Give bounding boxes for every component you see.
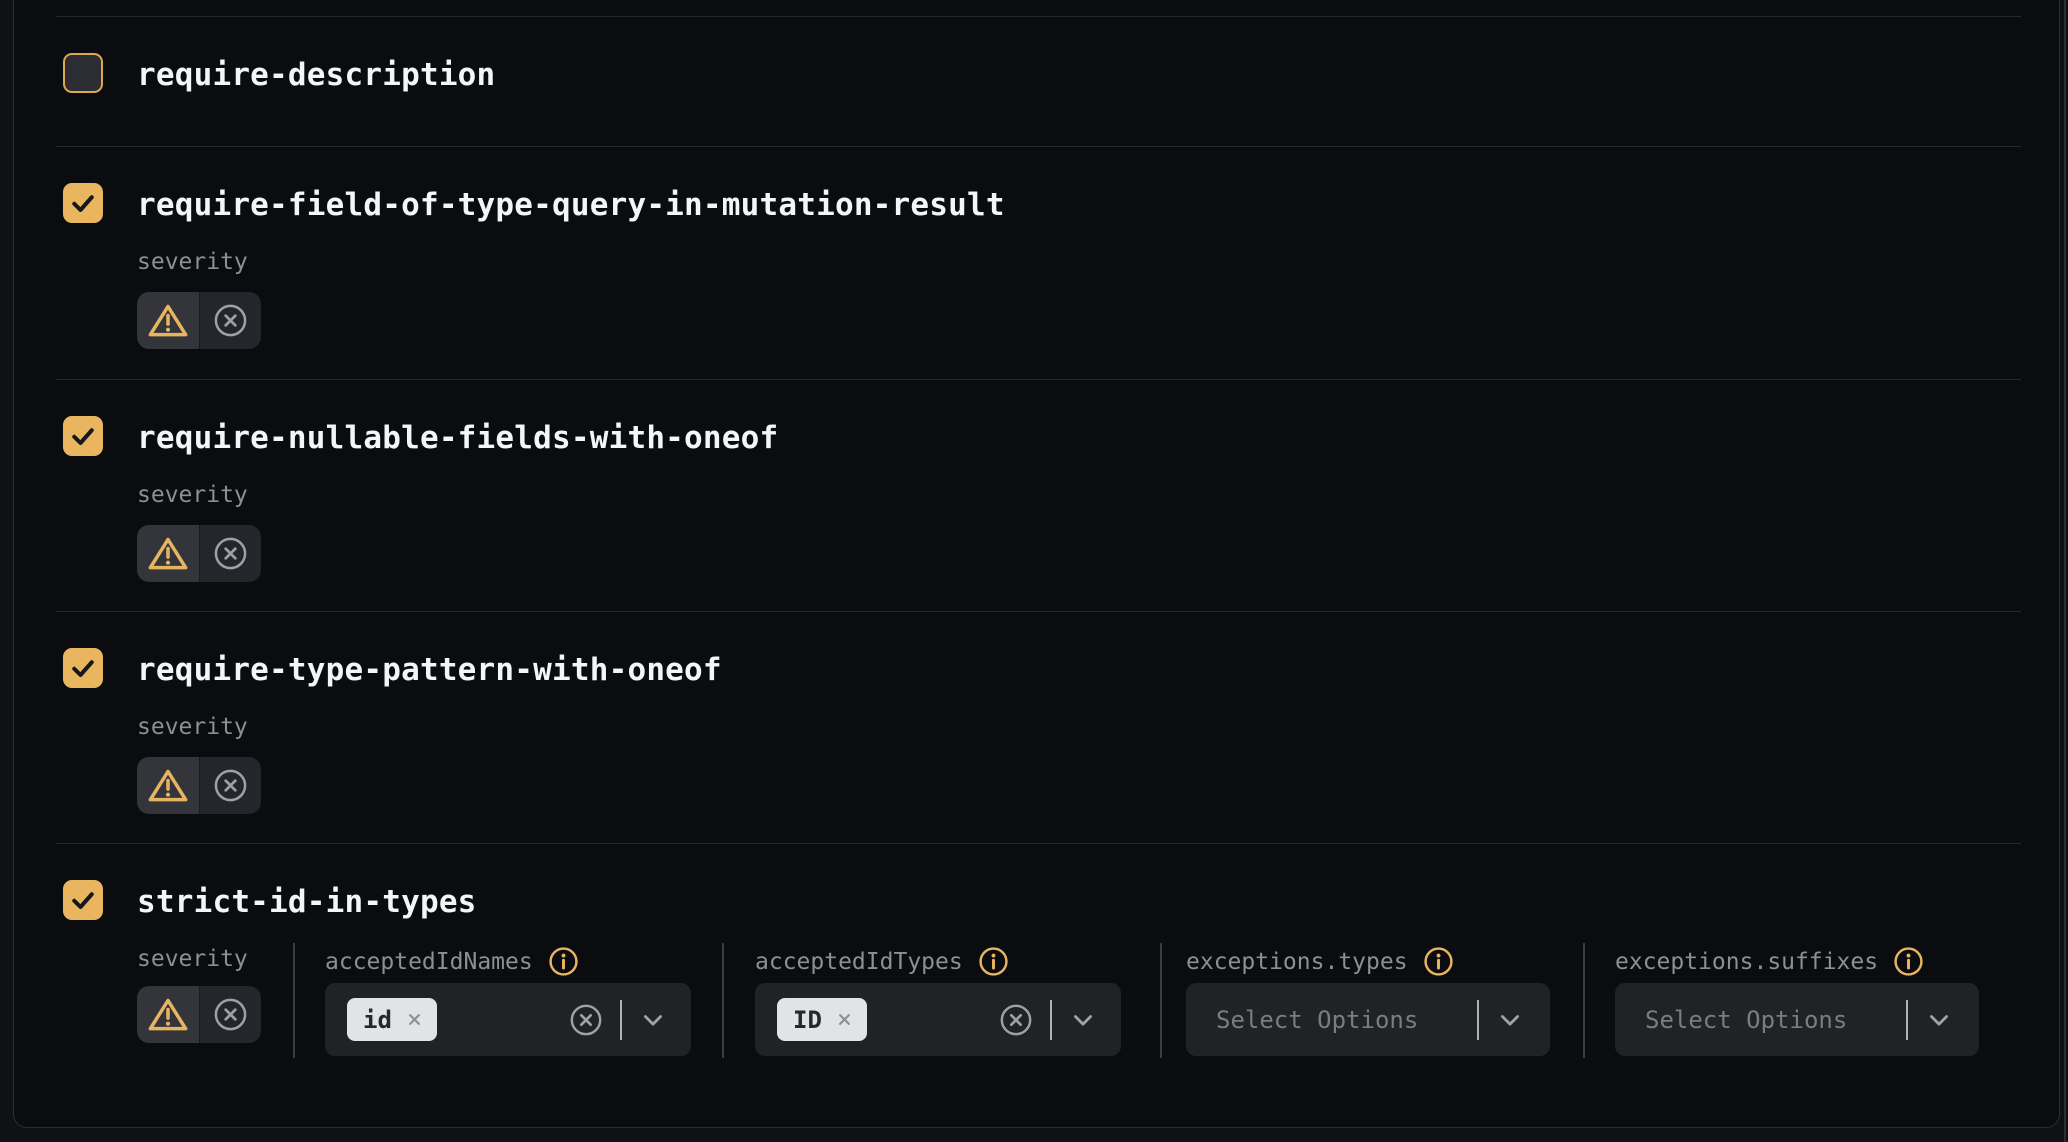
row-divider bbox=[56, 16, 2021, 17]
chip: id bbox=[347, 998, 437, 1041]
rule-title: require-field-of-type-query-in-mutation-… bbox=[137, 187, 1005, 223]
select-placeholder: Select Options bbox=[1645, 1006, 1847, 1034]
info-icon[interactable] bbox=[1423, 946, 1454, 977]
multiselect-acceptedIdNames[interactable]: id bbox=[325, 983, 691, 1056]
chip-remove-x-icon[interactable] bbox=[404, 1009, 425, 1030]
circle-x-icon bbox=[213, 536, 248, 571]
circle-x-icon bbox=[213, 303, 248, 338]
rule-checkbox-require-field-of-type-query-in-mutation-result[interactable] bbox=[63, 183, 103, 223]
chevron-down-icon[interactable] bbox=[1069, 1006, 1097, 1034]
severity-off-button[interactable] bbox=[199, 757, 262, 814]
severity-off-button[interactable] bbox=[199, 292, 262, 349]
rule-checkbox-require-description[interactable] bbox=[63, 53, 103, 93]
check-icon bbox=[68, 653, 98, 683]
severity-label: severity bbox=[137, 249, 248, 275]
warning-triangle-icon bbox=[148, 996, 188, 1033]
row-divider bbox=[56, 146, 2021, 147]
option-label-acceptedIdNames: acceptedIdNames bbox=[325, 946, 579, 977]
option-label-exceptions-types: exceptions.types bbox=[1186, 946, 1454, 977]
severity-warn-button[interactable] bbox=[137, 757, 199, 814]
rule-title: require-type-pattern-with-oneof bbox=[137, 652, 722, 688]
chevron-down-icon[interactable] bbox=[1496, 1006, 1524, 1034]
warning-triangle-icon bbox=[148, 535, 188, 572]
rules-config-panel: require-description require-field-of-typ… bbox=[13, 0, 2060, 1128]
rule-checkbox-require-nullable-fields-with-oneof[interactable] bbox=[63, 416, 103, 456]
row-divider bbox=[56, 379, 2021, 380]
check-icon bbox=[68, 188, 98, 218]
chevron-down-icon[interactable] bbox=[639, 1006, 667, 1034]
severity-toggle-group bbox=[137, 986, 261, 1043]
option-label-text: acceptedIdTypes bbox=[755, 949, 963, 975]
row-divider bbox=[56, 611, 2021, 612]
severity-label: severity bbox=[137, 714, 248, 740]
severity-off-button[interactable] bbox=[199, 525, 262, 582]
scrollbar[interactable] bbox=[2064, 0, 2066, 1142]
multiselect-acceptedIdTypes[interactable]: ID bbox=[755, 983, 1121, 1056]
column-divider bbox=[293, 943, 295, 1058]
severity-off-button[interactable] bbox=[199, 986, 262, 1043]
check-icon bbox=[68, 421, 98, 451]
chip-text: id bbox=[363, 1008, 392, 1032]
check-icon bbox=[68, 885, 98, 915]
severity-warn-button[interactable] bbox=[137, 525, 199, 582]
chevron-down-icon[interactable] bbox=[1925, 1006, 1953, 1034]
severity-label: severity bbox=[137, 482, 248, 508]
select-exceptions-suffixes[interactable]: Select Options bbox=[1615, 983, 1979, 1056]
clear-selection-icon[interactable] bbox=[569, 1003, 603, 1037]
chip: ID bbox=[777, 998, 867, 1041]
severity-warn-button[interactable] bbox=[137, 986, 199, 1043]
circle-x-icon bbox=[213, 768, 248, 803]
row-divider bbox=[56, 843, 2021, 844]
clear-selection-icon[interactable] bbox=[999, 1003, 1033, 1037]
warning-triangle-icon bbox=[148, 767, 188, 804]
rule-checkbox-require-type-pattern-with-oneof[interactable] bbox=[63, 648, 103, 688]
column-divider bbox=[1583, 943, 1585, 1058]
severity-toggle-group bbox=[137, 525, 261, 582]
info-icon[interactable] bbox=[548, 946, 579, 977]
option-label-text: exceptions.types bbox=[1186, 949, 1408, 975]
severity-warn-button[interactable] bbox=[137, 292, 199, 349]
rule-title: require-nullable-fields-with-oneof bbox=[137, 420, 778, 456]
option-label-text: exceptions.suffixes bbox=[1615, 949, 1878, 975]
column-divider bbox=[722, 943, 724, 1058]
warning-triangle-icon bbox=[148, 302, 188, 339]
option-label-text: acceptedIdNames bbox=[325, 949, 533, 975]
option-label-exceptions-suffixes: exceptions.suffixes bbox=[1615, 946, 1924, 977]
select-placeholder: Select Options bbox=[1216, 1006, 1418, 1034]
severity-label: severity bbox=[137, 946, 248, 972]
dropdown-separator bbox=[1050, 1000, 1052, 1040]
dropdown-separator bbox=[620, 1000, 622, 1040]
dropdown-separator bbox=[1906, 1000, 1908, 1040]
dropdown-separator bbox=[1477, 1000, 1479, 1040]
select-exceptions-types[interactable]: Select Options bbox=[1186, 983, 1550, 1056]
info-icon[interactable] bbox=[978, 946, 1009, 977]
severity-toggle-group bbox=[137, 757, 261, 814]
rule-checkbox-strict-id-in-types[interactable] bbox=[63, 880, 103, 920]
option-label-acceptedIdTypes: acceptedIdTypes bbox=[755, 946, 1009, 977]
column-divider bbox=[1160, 943, 1162, 1058]
chip-text: ID bbox=[793, 1008, 822, 1032]
circle-x-icon bbox=[213, 997, 248, 1032]
rule-title: require-description bbox=[137, 57, 495, 93]
chip-remove-x-icon[interactable] bbox=[834, 1009, 855, 1030]
severity-toggle-group bbox=[137, 292, 261, 349]
info-icon[interactable] bbox=[1893, 946, 1924, 977]
rule-title: strict-id-in-types bbox=[137, 884, 477, 920]
